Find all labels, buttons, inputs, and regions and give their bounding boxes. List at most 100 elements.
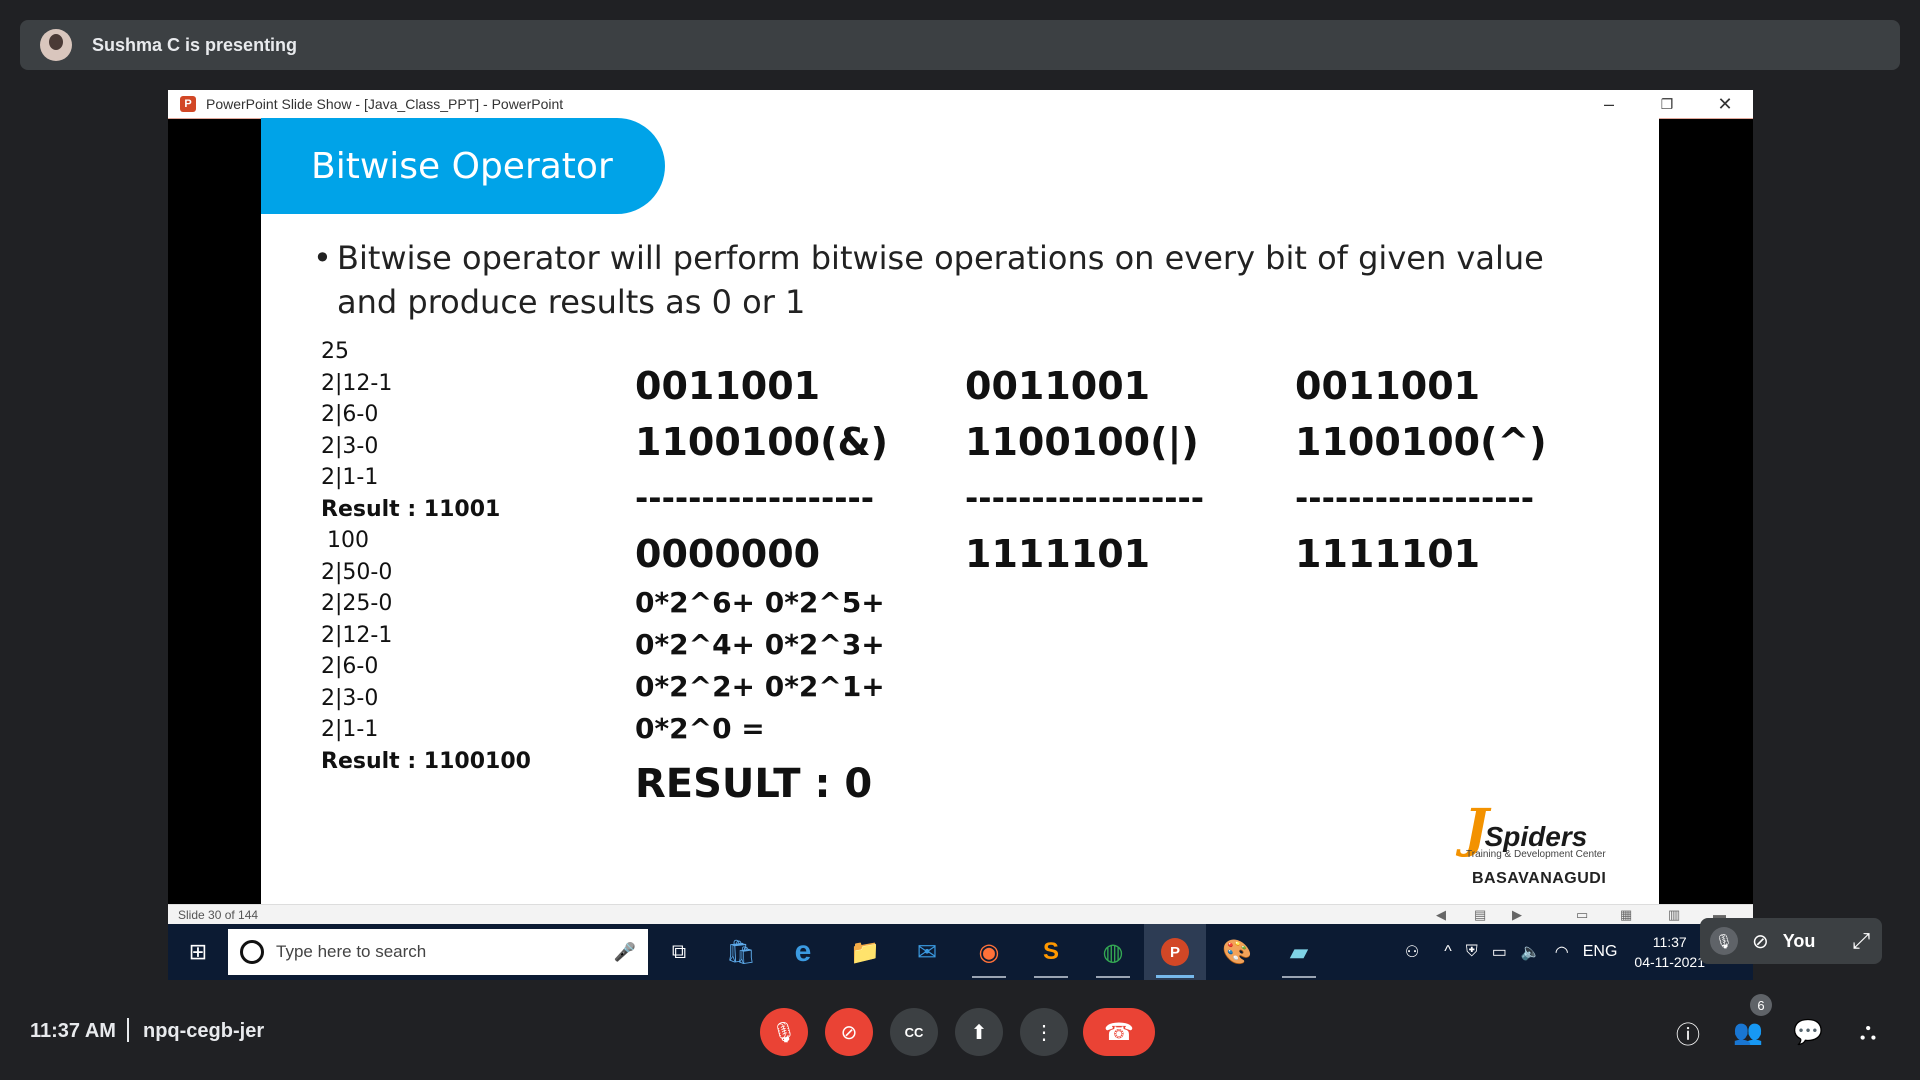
file-explorer-icon[interactable]: 📁	[834, 924, 896, 980]
step-result: Result : 1100100	[321, 748, 531, 774]
step-line: 2|6-0	[321, 654, 379, 679]
security-icon[interactable]: ⛨	[1466, 943, 1478, 961]
wifi-icon[interactable]: ◠	[1555, 942, 1569, 962]
final-result: RESULT : 0	[635, 761, 873, 807]
normal-view-icon[interactable]: ▭	[1576, 907, 1588, 923]
chrome-icon[interactable]: ◍	[1082, 924, 1144, 980]
step-line: 2|50-0	[321, 559, 393, 585]
operand-b: 1100100(|)	[965, 420, 1199, 464]
previous-slide-icon[interactable]: ◀	[1436, 907, 1446, 923]
hang-up-button[interactable]: ☎	[1083, 1008, 1155, 1056]
store-icon[interactable]: 🛍	[710, 924, 772, 980]
edge-icon[interactable]: e	[772, 924, 834, 980]
dash-line: ------------------	[965, 479, 1205, 517]
present-icon: ⬆	[970, 1021, 988, 1044]
volume-icon[interactable]: 🔈	[1521, 942, 1541, 962]
step-line: 25	[321, 339, 349, 364]
operand-a: 0011001	[965, 364, 1151, 408]
more-vert-icon: ⋮	[1034, 1021, 1054, 1044]
step-line: 2|3-0	[321, 433, 379, 459]
self-view-tile[interactable]: 🎙 ⊘ You ⤢	[1700, 918, 1882, 964]
expand-icon[interactable]: ⤢	[1852, 928, 1870, 954]
people-icon: 👥	[1733, 1018, 1763, 1046]
windows-start-icon[interactable]: ⊞	[168, 924, 228, 980]
task-view-icon[interactable]: ⧉	[648, 924, 710, 980]
notes-app-icon[interactable]: ▰	[1268, 924, 1330, 980]
phone-hangup-icon: ☎	[1104, 1018, 1134, 1046]
meeting-time: 11:37 AM	[30, 1020, 116, 1042]
operand-b: 1100100(&)	[635, 420, 888, 464]
people-tray-icon[interactable]: ⚇	[1405, 942, 1419, 962]
restore-button[interactable]: ❐	[1639, 90, 1695, 118]
expansion-line: 0*2^0 =	[635, 712, 765, 745]
firefox-icon[interactable]: ◉	[958, 924, 1020, 980]
operand-b: 1100100(^)	[1295, 420, 1547, 464]
bullet-icon: •	[313, 239, 332, 277]
dash-line: ------------------	[635, 479, 875, 517]
mail-icon[interactable]: ✉	[896, 924, 958, 980]
close-button[interactable]: ✕	[1697, 90, 1753, 118]
slide: Bitwise Operator • Bitwise operator will…	[261, 118, 1659, 904]
chat-icon: 💬	[1793, 1018, 1823, 1046]
logo-subtitle: Training & Development Center	[1466, 849, 1606, 860]
slide-title: Bitwise Operator	[311, 145, 613, 187]
powerpoint-statusbar: Slide 30 of 144 ◀ ▤ ▶ ▭ ▦ ▥ ▬	[168, 904, 1753, 925]
captions-button[interactable]: CC	[890, 1008, 938, 1056]
slide-sorter-icon[interactable]: ▦	[1620, 907, 1632, 923]
operation-result: 1111101	[1295, 532, 1481, 576]
minimize-button[interactable]: –	[1581, 90, 1637, 118]
step-line: 2|12-1	[321, 622, 393, 648]
chevron-up-icon[interactable]: ^	[1444, 943, 1452, 961]
paint-icon[interactable]: 🎨	[1206, 924, 1268, 980]
bullet-text: Bitwise operator will perform bitwise op…	[337, 239, 1544, 321]
mic-off-icon: 🎙	[771, 1021, 797, 1044]
camera-off-icon: ⊘	[840, 1021, 858, 1044]
expansion-steps: 0*2^6+ 0*2^5+ 0*2^4+ 0*2^3+ 0*2^2+ 0*2^1…	[635, 582, 885, 816]
notes-icon[interactable]: ▤	[1474, 907, 1486, 923]
slide-counter: Slide 30 of 144	[178, 908, 259, 922]
step-line: 2|1-1	[321, 717, 379, 742]
presenting-text: Sushma C is presenting	[92, 34, 298, 55]
windows-taskbar: ⊞ Type here to search 🎤 ⧉ 🛍 e 📁 ✉ ◉ S ◍ …	[168, 924, 1753, 980]
meeting-code: npq-cegb-jer	[143, 1020, 265, 1042]
reading-view-icon[interactable]: ▥	[1668, 907, 1680, 923]
activities-icon: ⛬	[1859, 1018, 1877, 1045]
or-calculation: 0011001 1100100(|) ------------------ 11…	[965, 358, 1204, 582]
window-title: PowerPoint Slide Show - [Java_Class_PPT]…	[206, 96, 564, 112]
captions-icon: CC	[904, 1024, 924, 1040]
divider	[127, 1018, 129, 1042]
more-options-button[interactable]: ⋮	[1020, 1008, 1068, 1056]
next-slide-icon[interactable]: ▶	[1512, 907, 1522, 923]
info-icon: ⓘ	[1676, 1021, 1700, 1049]
chat-button[interactable]: 💬	[1790, 1014, 1826, 1050]
present-button[interactable]: ⬆	[955, 1008, 1003, 1056]
taskbar-clock[interactable]: 11:37 04-11-2021	[1634, 932, 1705, 972]
presenter-avatar	[40, 29, 72, 61]
participants-badge: 6	[1750, 994, 1772, 1016]
system-tray: ⚇ ^ ⛨ ▭ 🔈 ◠ ENG 11:37 04-11-2021	[1398, 924, 1705, 980]
step-line: 2|25-0	[321, 591, 393, 616]
microphone-icon[interactable]: 🎤	[614, 942, 636, 963]
meeting-details-button[interactable]: ⓘ	[1670, 1014, 1706, 1050]
shared-screen: P PowerPoint Slide Show - [Java_Class_PP…	[168, 90, 1753, 980]
jspiders-logo: JSpiders Training & Development Center B…	[1464, 798, 1634, 888]
language-indicator[interactable]: ENG	[1583, 943, 1618, 961]
operation-result: 1111101	[965, 532, 1151, 576]
battery-icon[interactable]: ▭	[1492, 942, 1507, 962]
taskbar-search[interactable]: Type here to search 🎤	[228, 929, 648, 975]
camera-toggle-button[interactable]: ⊘	[825, 1008, 873, 1056]
sublime-text-icon[interactable]: S	[1020, 924, 1082, 980]
step-line: 100	[327, 528, 369, 553]
logo-spiders: Spiders	[1484, 821, 1588, 852]
powerpoint-taskbar-icon[interactable]: P	[1144, 924, 1206, 980]
people-button[interactable]: 👥	[1730, 1014, 1766, 1050]
and-calculation: 0011001 1100100(&) ------------------ 00…	[635, 358, 888, 582]
window-titlebar: P PowerPoint Slide Show - [Java_Class_PP…	[168, 90, 1753, 119]
mic-off-icon: 🎙	[1710, 927, 1738, 955]
division-steps: 25 2|12-1 2|6-0 2|3-0 2|1-1 Result : 110…	[321, 336, 531, 777]
step-result: Result : 11001	[321, 496, 501, 522]
microphone-toggle-button[interactable]: 🎙	[760, 1008, 808, 1056]
activities-button[interactable]: ⛬	[1850, 1014, 1886, 1050]
clock-time: 11:37	[1652, 934, 1687, 950]
step-line: 2|12-1	[321, 370, 393, 396]
